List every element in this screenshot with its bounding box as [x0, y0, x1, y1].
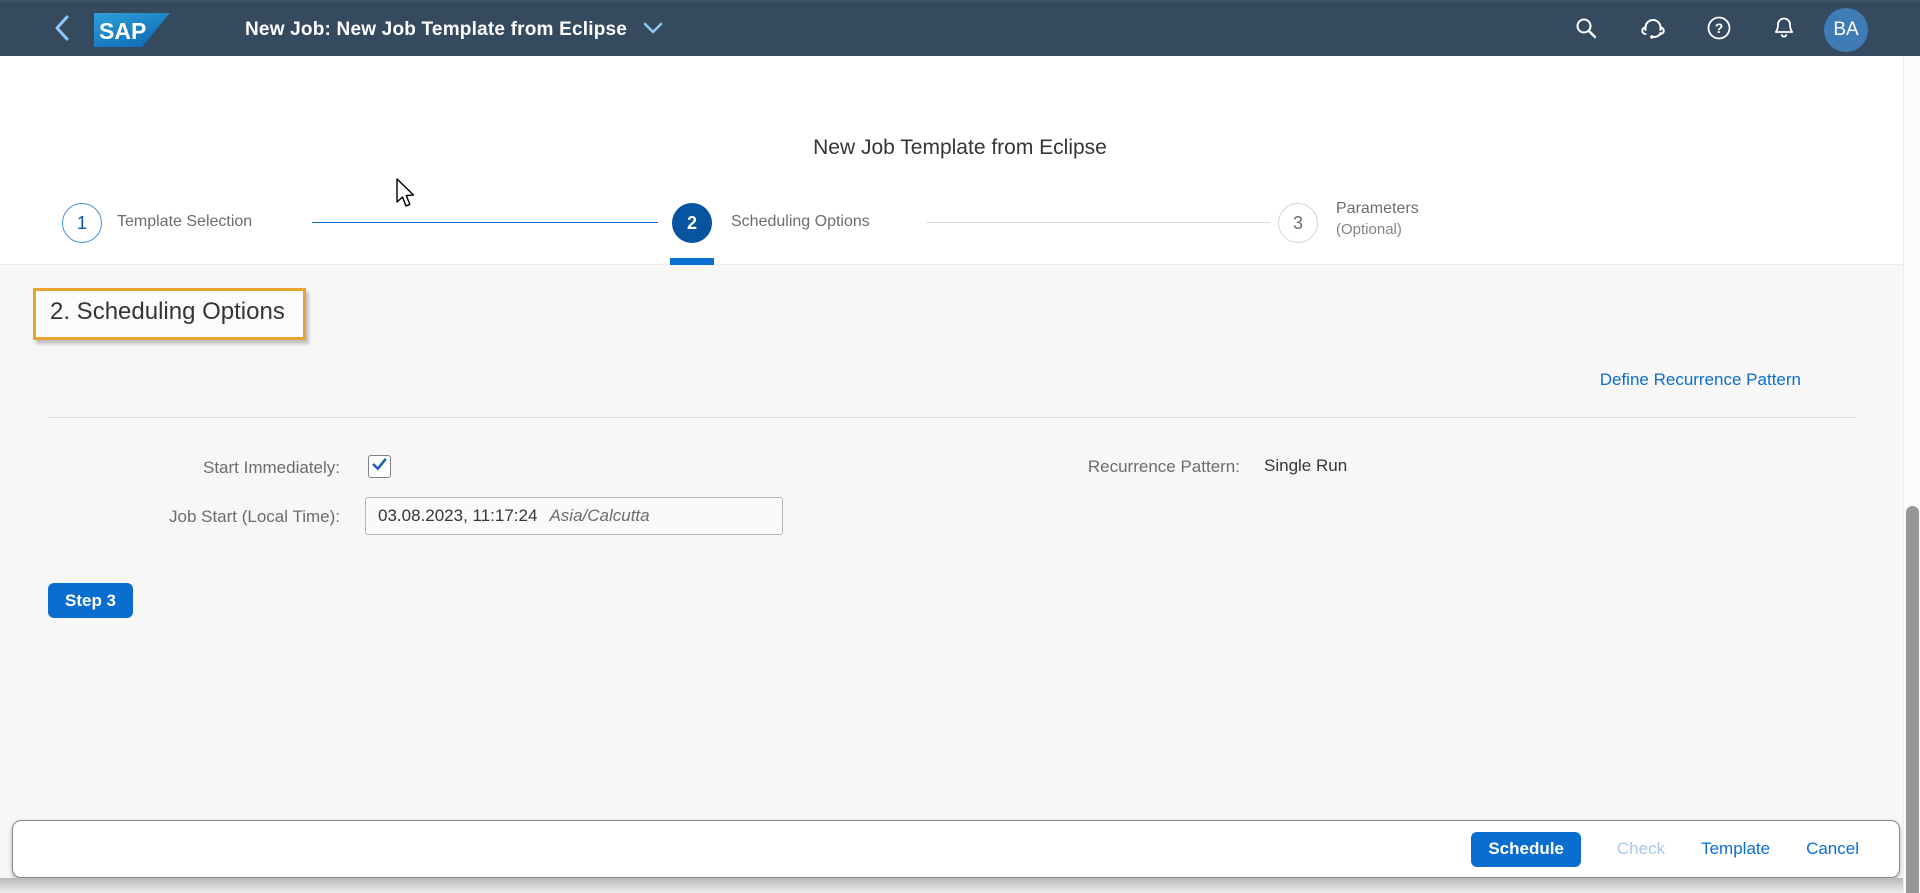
notifications-button[interactable]: [1771, 17, 1797, 43]
back-chevron-icon: [54, 15, 70, 46]
wizard-step-2-circle[interactable]: 2: [672, 203, 712, 243]
job-start-value: 03.08.2023, 11:17:24: [378, 506, 537, 526]
wizard-connector-1-2: [312, 222, 658, 223]
wizard-connector-2-3: [926, 222, 1270, 223]
headset-icon: [1640, 15, 1666, 46]
define-recurrence-pattern-link[interactable]: Define Recurrence Pattern: [1600, 370, 1801, 390]
user-avatar[interactable]: BA: [1824, 8, 1868, 52]
chevron-down-icon: [643, 21, 663, 39]
wizard-step-1-label[interactable]: Template Selection: [117, 213, 252, 231]
check-button[interactable]: Check: [1617, 839, 1665, 859]
wizard-step-3-sublabel: (Optional): [1336, 219, 1419, 240]
start-immediately-label: Start Immediately:: [40, 458, 340, 478]
sap-logo-text: SAP: [99, 18, 146, 44]
wizard-step-2-number: 2: [687, 213, 697, 234]
step-3-button[interactable]: Step 3: [48, 583, 133, 618]
svg-text:?: ?: [1715, 20, 1724, 36]
recurrence-pattern-value: Single Run: [1264, 456, 1347, 476]
wizard-step-3-circle[interactable]: 3: [1278, 203, 1318, 243]
active-step-indicator: [670, 258, 714, 265]
search-button[interactable]: [1573, 17, 1599, 43]
search-icon: [1574, 16, 1598, 45]
back-button[interactable]: [46, 2, 78, 58]
page-title: New Job Template from Eclipse: [0, 136, 1920, 160]
bottom-edge-strip: [0, 878, 1920, 893]
start-immediately-checkbox[interactable]: [368, 455, 391, 478]
section-heading-highlight-box: 2. Scheduling Options: [33, 288, 306, 340]
checkbox-checkmark-icon: [371, 456, 388, 478]
wizard-step-3-number: 3: [1293, 213, 1303, 234]
app-root: SAP New Job: New Job Template from Eclip…: [0, 0, 1920, 893]
section-heading: 2. Scheduling Options: [50, 298, 285, 326]
avatar-initials: BA: [1833, 19, 1858, 41]
recurrence-pattern-label: Recurrence Pattern:: [1000, 457, 1240, 477]
help-icon: ?: [1706, 15, 1732, 46]
job-start-timezone: Asia/Calcutta: [549, 506, 649, 526]
app-title-menu[interactable]: New Job: New Job Template from Eclipse: [245, 2, 663, 58]
wizard-step-3-label-main: Parameters: [1336, 198, 1419, 219]
schedule-button[interactable]: Schedule: [1471, 832, 1581, 867]
wizard-step-1-circle[interactable]: 1: [62, 203, 102, 243]
app-title: New Job: New Job Template from Eclipse: [245, 19, 627, 41]
wizard-step-1-number: 1: [77, 213, 87, 234]
template-button[interactable]: Template: [1701, 839, 1770, 859]
cancel-button[interactable]: Cancel: [1806, 839, 1859, 859]
wizard-step-3-label[interactable]: Parameters (Optional): [1336, 198, 1419, 240]
wizard-step-2-label[interactable]: Scheduling Options: [731, 213, 870, 231]
support-button[interactable]: [1640, 17, 1666, 43]
help-button[interactable]: ?: [1706, 17, 1732, 43]
scheduling-options-section: 2. Scheduling Options Define Recurrence …: [0, 265, 1903, 893]
vertical-scrollbar-thumb[interactable]: [1906, 506, 1919, 893]
wizard-header: New Job Template from Eclipse 1 Template…: [0, 56, 1920, 265]
bell-icon: [1771, 15, 1797, 46]
sap-logo[interactable]: SAP: [94, 13, 170, 52]
shell-header: SAP New Job: New Job Template from Eclip…: [0, 0, 1920, 56]
job-start-input[interactable]: 03.08.2023, 11:17:24 Asia/Calcutta: [365, 497, 783, 535]
section-divider: [48, 417, 1857, 418]
job-start-label: Job Start (Local Time):: [40, 507, 340, 527]
footer-action-bar: Schedule Check Template Cancel: [12, 820, 1900, 878]
vertical-scrollbar-track[interactable]: [1903, 56, 1920, 893]
